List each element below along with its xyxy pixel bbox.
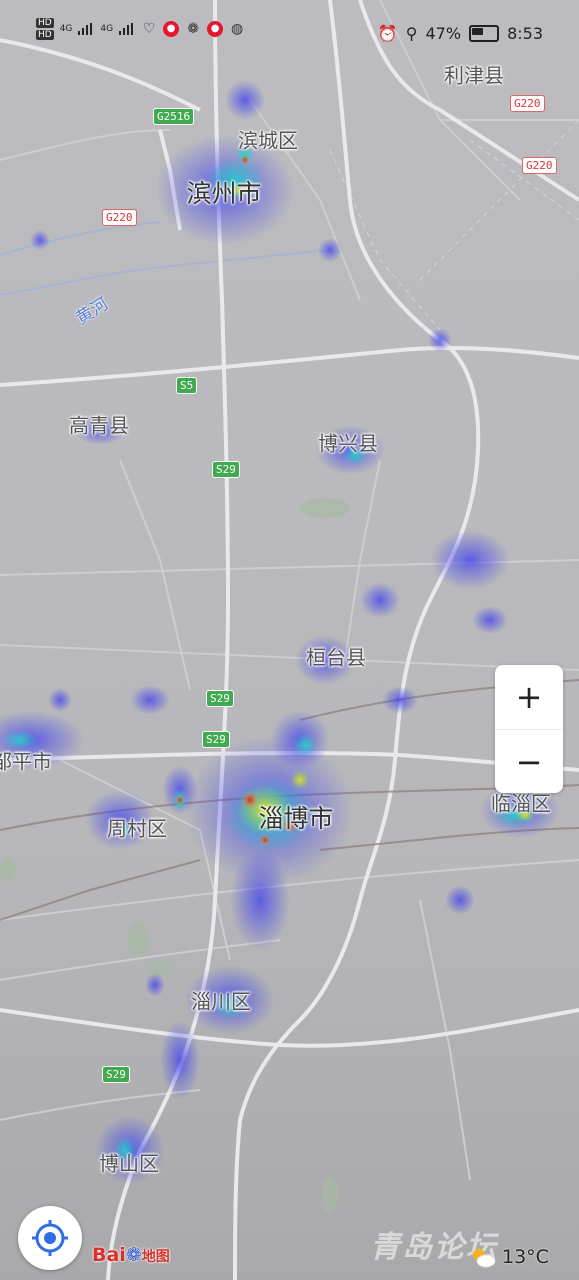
place-label-gaoqing[interactable]: 高青县 [69,410,129,439]
place-label-boxing[interactable]: 博兴县 [318,428,378,457]
highway-shield: G220 [102,209,137,226]
highway-shield: S29 [102,1066,130,1083]
place-label-zichuan[interactable]: 淄川区 [191,986,251,1015]
network-type: 4G [59,24,73,34]
alarm-icon: ⏰ [377,24,398,43]
location-icon: ⚲ [405,24,418,43]
battery-icon [469,25,500,42]
highway-shield: G220 [510,95,545,112]
place-label-lijin[interactable]: 利津县 [444,60,504,89]
weibo-icon: ● [207,21,224,37]
crosshair-icon [32,1220,68,1256]
place-label-binzhou[interactable]: 滨州市 [186,174,261,210]
highway-shield: S5 [176,377,198,394]
highway-shield: S29 [202,731,230,748]
map-canvas[interactable] [0,0,579,1280]
battery-percent: 47% [425,24,462,43]
place-label-bincheng[interactable]: 滨城区 [238,125,298,154]
partly-cloudy-icon [473,1249,496,1268]
highway-shield: S29 [206,690,234,707]
baidu-map-logo: Bai❁地图 [92,1244,170,1266]
heart-app-icon: ♡ [142,21,156,37]
logo-ditu: 地图 [141,1249,170,1265]
clock: 8:53 [507,24,543,43]
status-bar: HD HD 4G 4G ♡ ● ❁ ● ◍ ⏰ ⚲ 47% 8:53 [0,0,579,52]
locate-button[interactable] [18,1206,82,1270]
place-label-zhoucun[interactable]: 周村区 [107,813,167,842]
weather-temp: 13°C [502,1246,549,1268]
place-label-zibo[interactable]: 淄博市 [258,799,333,835]
weibo-icon: ● [163,21,180,37]
highway-shield: S29 [212,461,240,478]
highway-shield: G2516 [153,108,195,125]
zoom-controls: + − [495,665,563,793]
highway-shield: G220 [522,157,557,174]
zoom-out-button[interactable]: − [495,730,563,794]
signal-icon [78,23,94,35]
weather-widget[interactable]: 13°C [470,1246,549,1268]
hd-badge: HD [36,18,54,28]
zoom-in-button[interactable]: + [495,665,563,730]
browser-icon: ◍ [231,21,244,37]
hd-badge: HD [36,30,54,40]
place-label-huantai[interactable]: 桓台县 [306,642,366,671]
network-type: 4G [100,24,114,34]
signal-icon [119,23,135,35]
place-label-zouping[interactable]: 邹平市 [0,746,52,775]
wechat-icon: ❁ [187,21,199,37]
logo-bai: Bai [92,1244,126,1266]
place-label-boshan[interactable]: 博山区 [99,1148,159,1177]
paw-icon: ❁ [125,1244,142,1266]
